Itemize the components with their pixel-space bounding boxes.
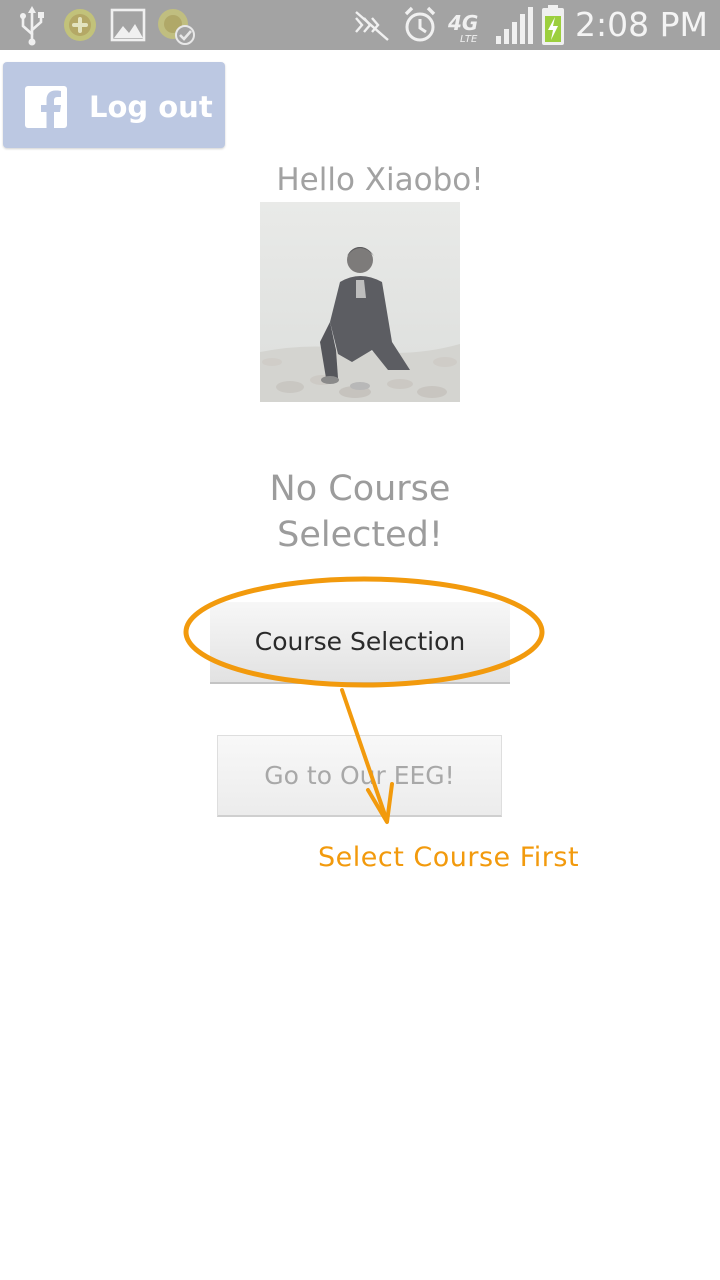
facebook-logout-button[interactable]: Log out [3,62,225,148]
no-signal-mute-icon [355,11,389,41]
course-status-line-1: No Course [269,469,451,509]
annotation-note: Select Course First [318,842,580,873]
app-sync-icon [158,9,195,45]
app-notification-icon [64,9,96,41]
alarm-icon [404,6,436,42]
greeting-text: Hello Xiaobo! [276,162,484,198]
signal-bars-icon [496,7,533,44]
course-selection-button[interactable]: Course Selection [210,602,510,684]
logout-label: Log out [89,90,213,124]
course-status-line-2: Selected! [277,515,443,555]
battery-charging-icon [542,5,564,45]
go-to-eeg-button[interactable]: Go to Our EEG! [217,735,502,817]
4g-lte-icon: 4G LTE [447,11,478,45]
svg-text:4G: 4G [447,11,478,35]
course-status-text: No Course Selected! [180,466,540,558]
status-bar-time: 2:08 PM [575,5,708,44]
facebook-logo-icon [25,86,67,128]
gallery-icon [110,8,146,42]
profile-photo [260,202,460,402]
status-bar: 4G LTE 2:08 PM [0,0,720,50]
app-screen: 4G LTE 2:08 PM Log out Hello Xiaobo! No … [0,0,720,1280]
usb-icon [20,6,44,46]
svg-text:LTE: LTE [460,34,478,45]
